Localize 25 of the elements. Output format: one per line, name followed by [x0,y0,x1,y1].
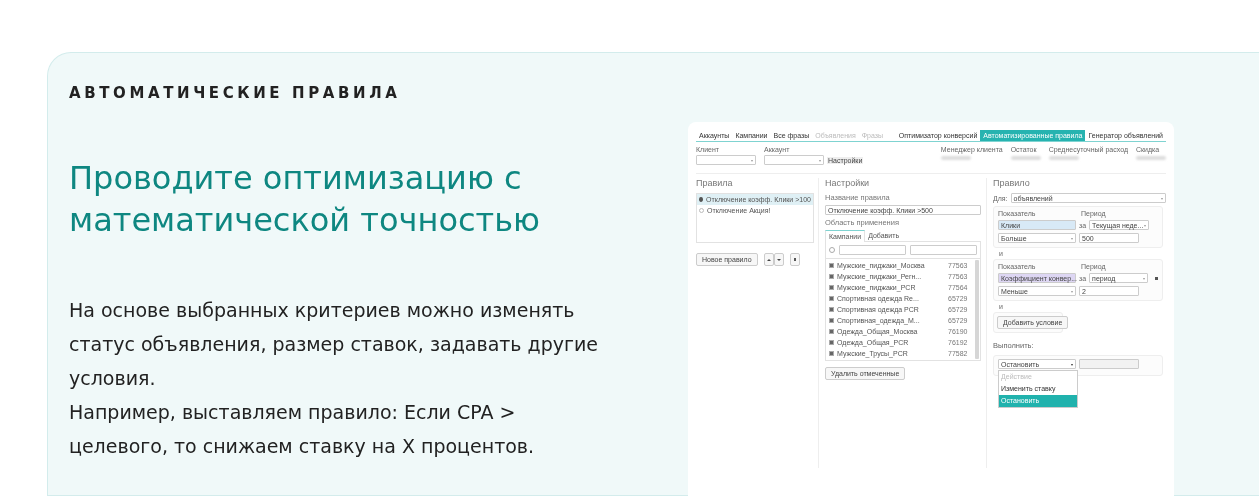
panel-title: Правила [696,178,734,188]
section-title: Проводите оптимизацию с математической точностью [69,158,541,241]
move-up-button[interactable] [763,253,774,266]
checkbox[interactable] [829,274,834,279]
description-text: На основе выбранных критериев можно изменять статус объявления, размер ставок, задавать другие условия. [69,298,599,391]
description-text: Например, выставляем правило: Если CPA > целевого, то снижаем ставку на X процентов. [69,400,536,459]
remove-icon[interactable] [1155,276,1158,280]
panel-title: Правило [993,178,1031,188]
section-label: АВТОМАТИЧЕСКИЕ ПРАВИЛА [69,84,401,102]
checkbox[interactable] [829,296,834,301]
checkbox[interactable] [829,329,834,334]
filter-select[interactable] [764,155,824,165]
panel-title: Настройки [825,178,871,188]
action-value-field[interactable] [1079,359,1139,369]
filter-field[interactable] [910,245,977,255]
checkbox[interactable] [829,351,834,356]
checkbox[interactable] [829,263,834,268]
filter-select[interactable] [696,155,756,165]
move-down-button[interactable] [773,253,784,266]
filter-field[interactable] [839,245,906,255]
checkbox[interactable] [829,285,834,290]
checkbox[interactable] [829,318,834,323]
checkbox[interactable] [829,307,834,312]
checkbox[interactable] [829,340,834,345]
delete-button[interactable] [789,253,800,266]
